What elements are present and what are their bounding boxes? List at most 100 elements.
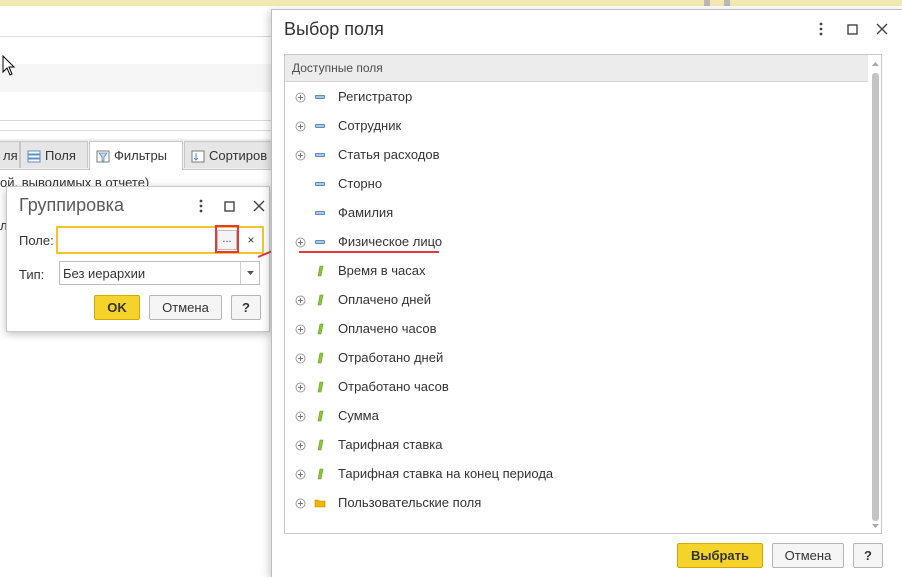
divider bbox=[0, 130, 272, 131]
tree-row-label: Тарифная ставка на конец периода bbox=[338, 466, 554, 481]
type-select[interactable]: Без иерархии bbox=[59, 261, 260, 285]
settings-tab-bar: ля Поля Фильтры Сортиров bbox=[0, 139, 274, 170]
tree-row-label: Сумма bbox=[338, 408, 379, 423]
expand-icon[interactable] bbox=[295, 120, 306, 132]
expand-icon[interactable] bbox=[295, 381, 306, 393]
resource-icon bbox=[314, 468, 326, 480]
scroll-down-icon[interactable] bbox=[870, 521, 881, 531]
tree-row[interactable]: Отработано часов bbox=[285, 373, 868, 402]
tree-row[interactable]: Сумма bbox=[285, 402, 868, 431]
dimension-icon bbox=[314, 178, 326, 190]
close-icon[interactable] bbox=[251, 198, 267, 214]
tree-row[interactable]: Тарифная ставка на конец периода bbox=[285, 460, 868, 489]
tree-row[interactable]: Тарифная ставка bbox=[285, 431, 868, 460]
tree-row-label: Оплачено часов bbox=[338, 321, 437, 336]
expand-icon[interactable] bbox=[295, 91, 306, 103]
tree-row[interactable]: Статья расходов bbox=[285, 141, 868, 170]
maximize-icon[interactable] bbox=[844, 21, 860, 37]
expand-icon[interactable] bbox=[295, 410, 306, 422]
scrollbar[interactable] bbox=[870, 55, 881, 533]
type-label: Тип: bbox=[19, 267, 45, 282]
tree-row-label: Оплачено дней bbox=[338, 292, 431, 307]
tab-partial[interactable]: ля bbox=[0, 141, 20, 168]
expand-icon[interactable] bbox=[295, 236, 306, 248]
background-top-strip bbox=[0, 0, 902, 6]
help-button[interactable]: ? bbox=[853, 543, 883, 568]
tree-header-label: Доступные поля bbox=[292, 61, 383, 75]
select-button[interactable]: Выбрать bbox=[677, 543, 763, 568]
expand-icon[interactable] bbox=[295, 294, 306, 306]
resource-icon bbox=[314, 265, 326, 277]
divider bbox=[0, 36, 272, 37]
tree-row[interactable]: Отработано дней bbox=[285, 344, 868, 373]
expand-icon[interactable] bbox=[295, 149, 306, 161]
tab-fields[interactable]: Поля bbox=[20, 141, 88, 168]
tree-row[interactable]: Регистратор bbox=[285, 83, 868, 112]
tree-row-label: Пользовательские поля bbox=[338, 495, 482, 510]
chevron-down-icon[interactable] bbox=[240, 262, 259, 284]
cancel-button[interactable]: Отмена bbox=[149, 295, 222, 320]
resource-icon bbox=[314, 352, 326, 364]
tab-label: Фильтры bbox=[114, 148, 168, 163]
tree-row-label: Тарифная ставка bbox=[338, 437, 443, 452]
background-row bbox=[0, 64, 272, 92]
available-fields-tree[interactable]: Доступные поля Регистратор Сотрудник Стать… bbox=[284, 54, 882, 534]
dimension-icon bbox=[314, 120, 326, 132]
expand-icon[interactable] bbox=[295, 352, 306, 364]
dimension-icon bbox=[314, 207, 326, 219]
dimension-icon bbox=[314, 149, 326, 161]
cancel-button[interactable]: Отмена bbox=[772, 543, 844, 568]
more-menu-icon[interactable] bbox=[193, 198, 209, 214]
field-label: Поле: bbox=[19, 233, 54, 248]
tab-sort[interactable]: Сортиров bbox=[184, 141, 274, 168]
resource-icon bbox=[314, 410, 326, 422]
tree-row[interactable]: Оплачено дней bbox=[285, 286, 868, 315]
scroll-up-icon[interactable] bbox=[870, 59, 881, 69]
tab-label: Сортиров bbox=[209, 148, 268, 163]
tree-header: Доступные поля bbox=[285, 55, 868, 82]
ok-button[interactable]: OK bbox=[94, 295, 140, 320]
tree-row-label: Время в часах bbox=[338, 263, 426, 278]
expand-icon[interactable] bbox=[295, 468, 306, 480]
maximize-icon[interactable] bbox=[221, 198, 237, 214]
tree-row-label: Сотрудник bbox=[338, 118, 402, 133]
expand-icon[interactable] bbox=[295, 439, 306, 451]
tree-row-label: Отработано часов bbox=[338, 379, 449, 394]
resource-icon bbox=[314, 439, 326, 451]
expand-icon[interactable] bbox=[295, 323, 306, 335]
tree-row-label: Статья расходов bbox=[338, 147, 440, 162]
tree-row[interactable]: Пользовательские поля bbox=[285, 489, 868, 518]
folder-icon bbox=[314, 497, 326, 509]
splitter bbox=[704, 0, 710, 6]
dialog-title: Группировка bbox=[19, 195, 124, 215]
tab-label: ля bbox=[3, 148, 18, 163]
tab-filters[interactable]: Фильтры bbox=[89, 141, 183, 170]
help-button[interactable]: ? bbox=[231, 295, 261, 320]
dimension-icon bbox=[314, 236, 326, 248]
highlight-frame bbox=[215, 225, 239, 253]
more-menu-icon[interactable] bbox=[813, 21, 829, 37]
tree-row-label: Фамилия bbox=[338, 205, 394, 220]
dimension-icon bbox=[314, 91, 326, 103]
tree-row[interactable]: Оплачено часов bbox=[285, 315, 868, 344]
tab-label: Поля bbox=[45, 148, 76, 163]
expand-icon[interactable] bbox=[295, 497, 306, 509]
fields-icon bbox=[27, 150, 41, 163]
scrollbar-thumb[interactable] bbox=[872, 73, 879, 521]
tree-row-label: Сторно bbox=[338, 176, 383, 191]
tree-row[interactable]: Фамилия bbox=[285, 199, 868, 228]
type-value: Без иерархии bbox=[63, 266, 146, 281]
tree-row[interactable]: Время в часах bbox=[285, 257, 868, 286]
window-title: Выбор поля bbox=[284, 19, 384, 39]
mouse-cursor-icon bbox=[2, 55, 16, 76]
tree-row-label: Регистратор bbox=[338, 89, 413, 104]
splitter bbox=[724, 0, 730, 6]
tree-row[interactable]: Сторно bbox=[285, 170, 868, 199]
filter-icon bbox=[96, 150, 110, 163]
tree-row[interactable]: Сотрудник bbox=[285, 112, 868, 141]
close-icon[interactable] bbox=[874, 21, 890, 37]
highlight-underline bbox=[299, 251, 439, 253]
tree-row-label: Отработано дней bbox=[338, 350, 444, 365]
field-selection-window: Выбор поля Доступные поля Регистратор Сот… bbox=[271, 9, 902, 577]
resource-icon bbox=[314, 323, 326, 335]
